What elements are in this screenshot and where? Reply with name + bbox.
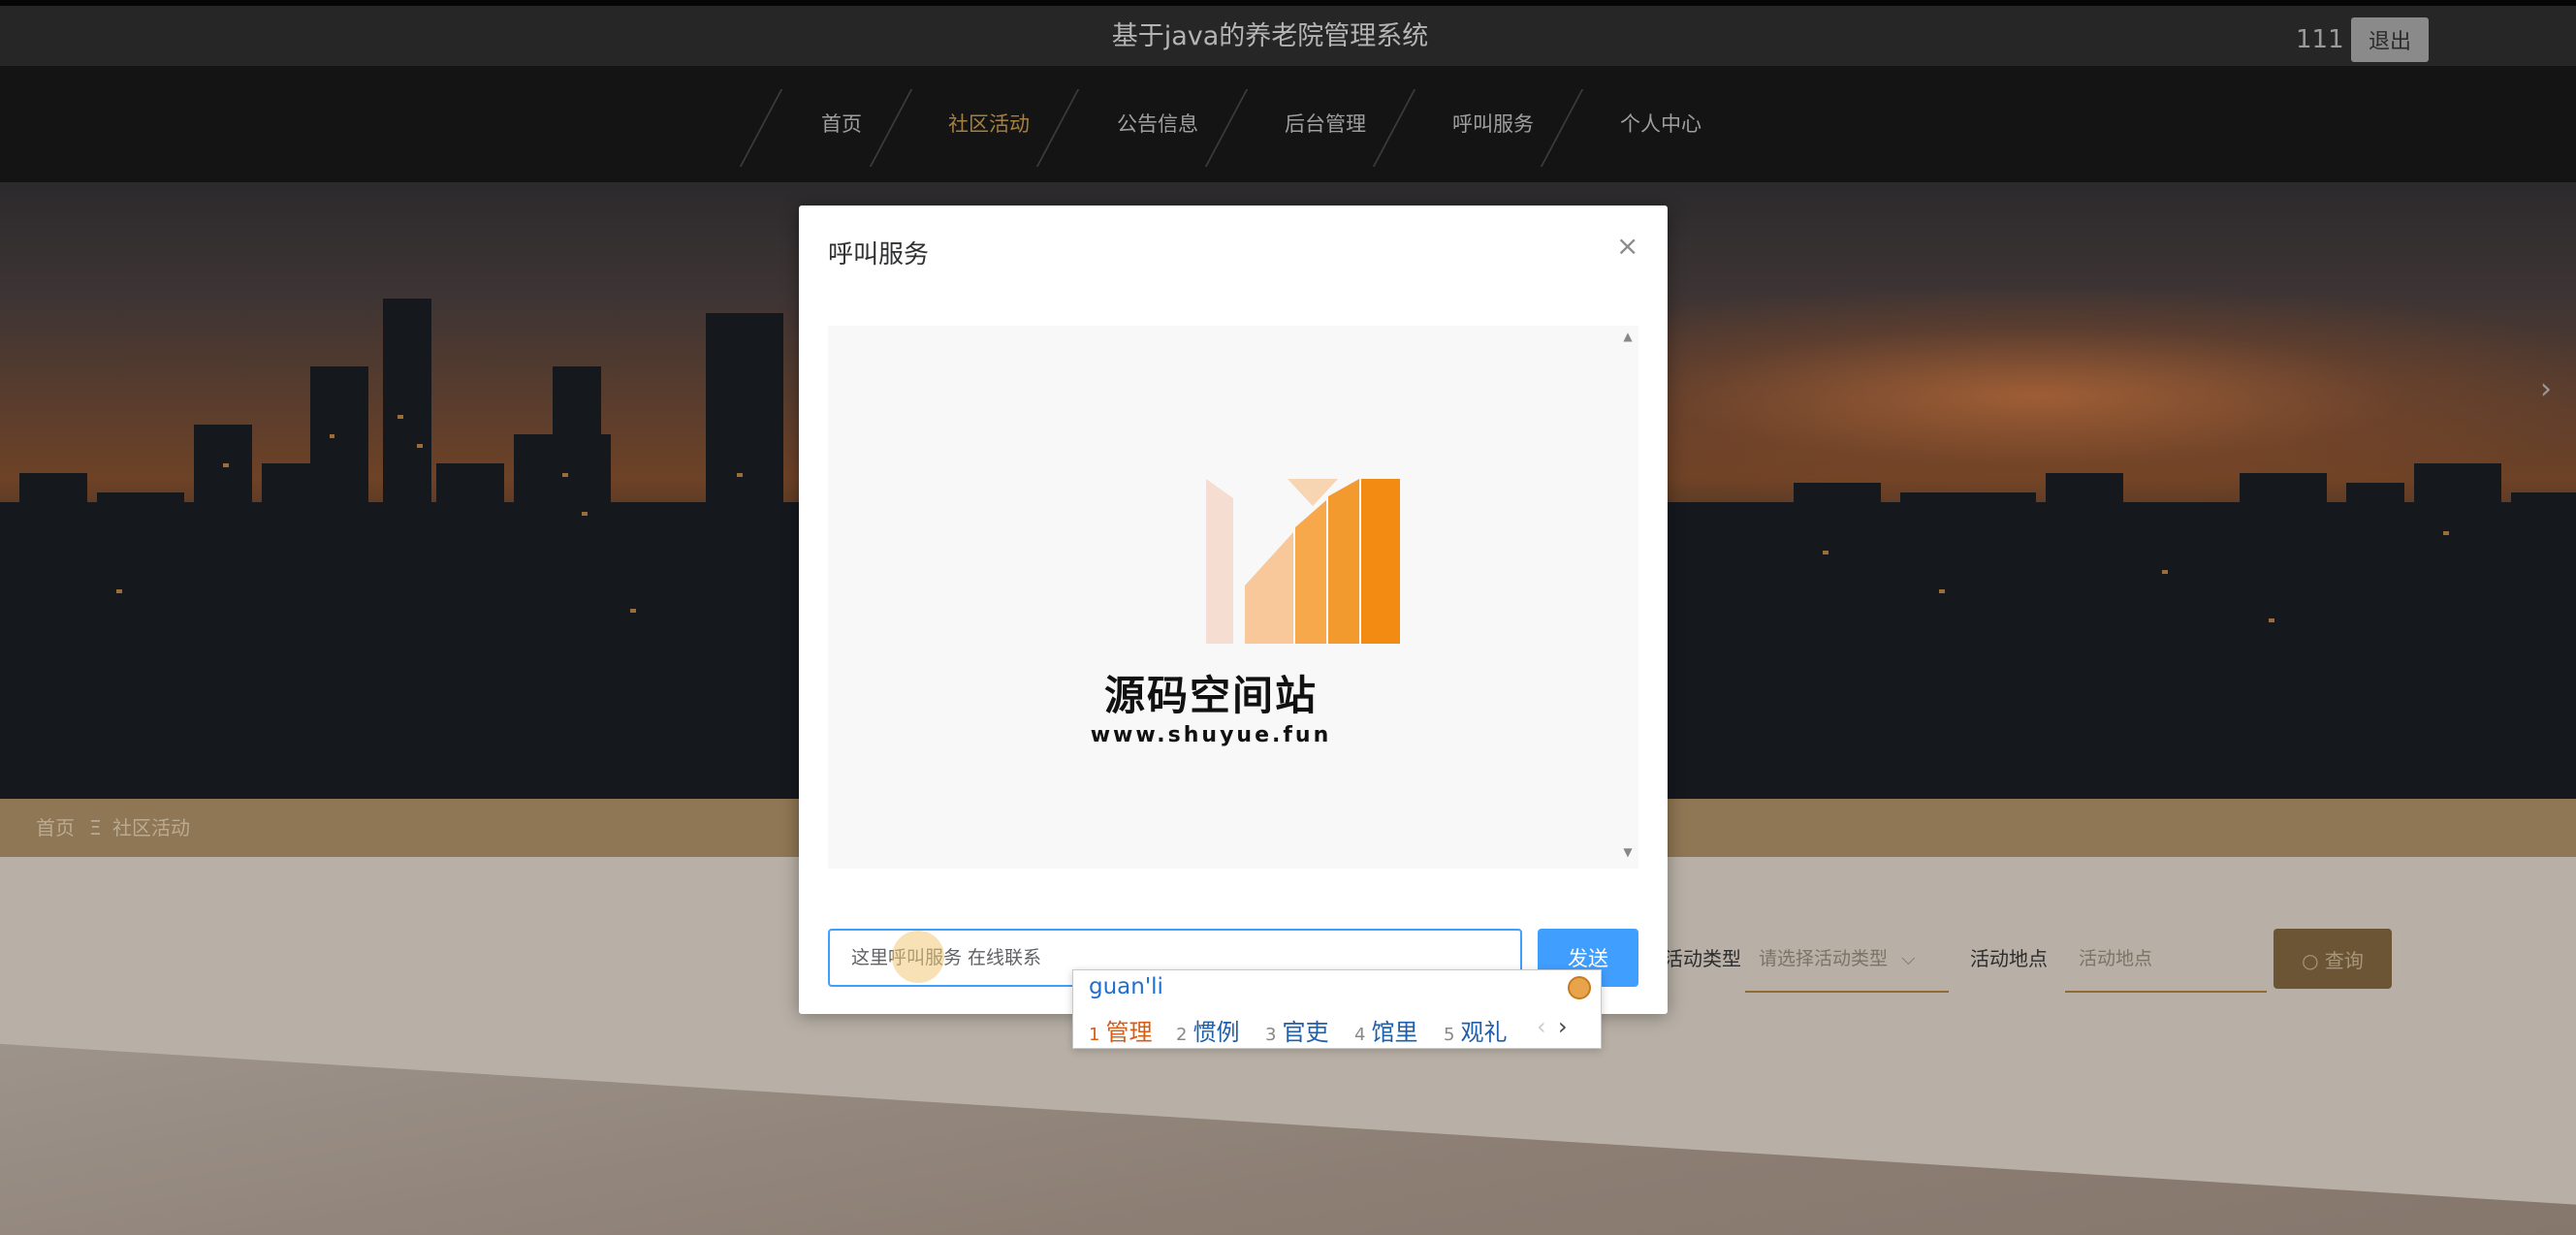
activity-type-label: 活动类型 — [1664, 947, 1741, 970]
scroll-up-icon[interactable]: ▲ — [1621, 330, 1635, 343]
emoji-icon[interactable] — [1568, 976, 1591, 999]
activity-place-label: 活动地点 — [1970, 947, 2048, 970]
page-background-shape — [0, 1043, 2576, 1235]
nav-item-home[interactable]: 首页 — [803, 105, 880, 143]
breadcrumb-current: 社区活动 — [112, 816, 190, 839]
ime-prev-page-icon[interactable]: ‹ — [1537, 1013, 1546, 1040]
breadcrumb-separator-icon: Ξ — [89, 816, 102, 839]
ime-candidate-number: 3 — [1265, 1025, 1277, 1045]
top-header: 基于java的养老院管理系统 111 退出 — [0, 0, 2576, 66]
current-user-name: 111 — [2296, 25, 2344, 54]
banner-next-icon[interactable]: › — [2540, 372, 2552, 406]
ime-candidate-text: 观礼 — [1460, 1019, 1508, 1046]
nav-item-profile[interactable]: 个人中心 — [1606, 105, 1715, 143]
ime-candidate[interactable]: 2 惯例 — [1176, 1013, 1239, 1047]
ime-candidate-text: 馆里 — [1371, 1019, 1418, 1046]
breadcrumb-home-link[interactable]: 首页 — [36, 799, 75, 857]
dialog-title: 呼叫服务 — [828, 240, 930, 269]
ime-candidate-text: 官吏 — [1282, 1019, 1329, 1046]
ime-candidate-number: 1 — [1089, 1025, 1100, 1045]
nav-item-community-activities[interactable]: 社区活动 — [935, 105, 1043, 143]
nav-divider — [739, 89, 783, 167]
nav-item-announcements[interactable]: 公告信息 — [1103, 105, 1212, 143]
call-service-dialog: 呼叫服务 × ▲ 源码空间站 www.shuyue.fun ▼ 这里呼叫服务 在… — [799, 206, 1668, 1014]
main-nav: 首页 社区活动 公告信息 后台管理 呼叫服务 个人中心 — [0, 66, 2576, 182]
ime-candidate[interactable]: 1 管理 — [1089, 1013, 1152, 1047]
logout-button[interactable]: 退出 — [2351, 17, 2429, 62]
scroll-down-icon[interactable]: ▼ — [1621, 845, 1635, 859]
activity-type-placeholder: 请选择活动类型 — [1759, 948, 1889, 969]
ime-candidate-popup: guan'li 1 管理 2 惯例 3 官吏 4 馆里 5 观礼 ‹ › — [1072, 969, 1602, 1049]
mouse-cursor-highlight — [892, 931, 944, 983]
nav-item-call-service[interactable]: 呼叫服务 — [1439, 105, 1547, 143]
ime-candidate-text: 管理 — [1105, 1019, 1153, 1046]
search-icon: ○ — [2302, 948, 2319, 972]
search-button[interactable]: ○ 查询 — [2274, 929, 2392, 989]
activity-place-input[interactable]: 活动地点 — [2065, 940, 2267, 993]
ime-candidate-number: 4 — [1354, 1025, 1366, 1045]
search-button-label: 查询 — [2324, 948, 2364, 972]
ime-candidate[interactable]: 4 馆里 — [1354, 1013, 1417, 1047]
ime-next-page-icon[interactable]: › — [1558, 1013, 1568, 1040]
chevron-down-icon: ⌵ — [1901, 948, 1916, 969]
close-icon[interactable]: × — [1616, 233, 1638, 260]
ime-pinyin-text: guan'li — [1089, 974, 1163, 999]
activity-type-select[interactable]: 请选择活动类型 ⌵ — [1745, 940, 1949, 993]
ime-candidate-number: 5 — [1444, 1025, 1455, 1045]
site-title: 基于java的养老院管理系统 — [1111, 21, 1429, 51]
ime-candidate[interactable]: 5 观礼 — [1444, 1013, 1507, 1047]
logo-url: www.shuyue.fun — [1090, 723, 1332, 747]
ime-candidate-number: 2 — [1176, 1025, 1188, 1045]
nav-item-admin[interactable]: 后台管理 — [1271, 105, 1380, 143]
logo-title: 源码空间站 — [1103, 672, 1318, 719]
ime-candidate-text: 惯例 — [1193, 1019, 1240, 1046]
chat-message-area[interactable]: ▲ 源码空间站 www.shuyue.fun ▼ — [828, 326, 1638, 869]
ime-candidate[interactable]: 3 官吏 — [1265, 1013, 1328, 1047]
source-site-logo-icon — [1206, 479, 1400, 644]
